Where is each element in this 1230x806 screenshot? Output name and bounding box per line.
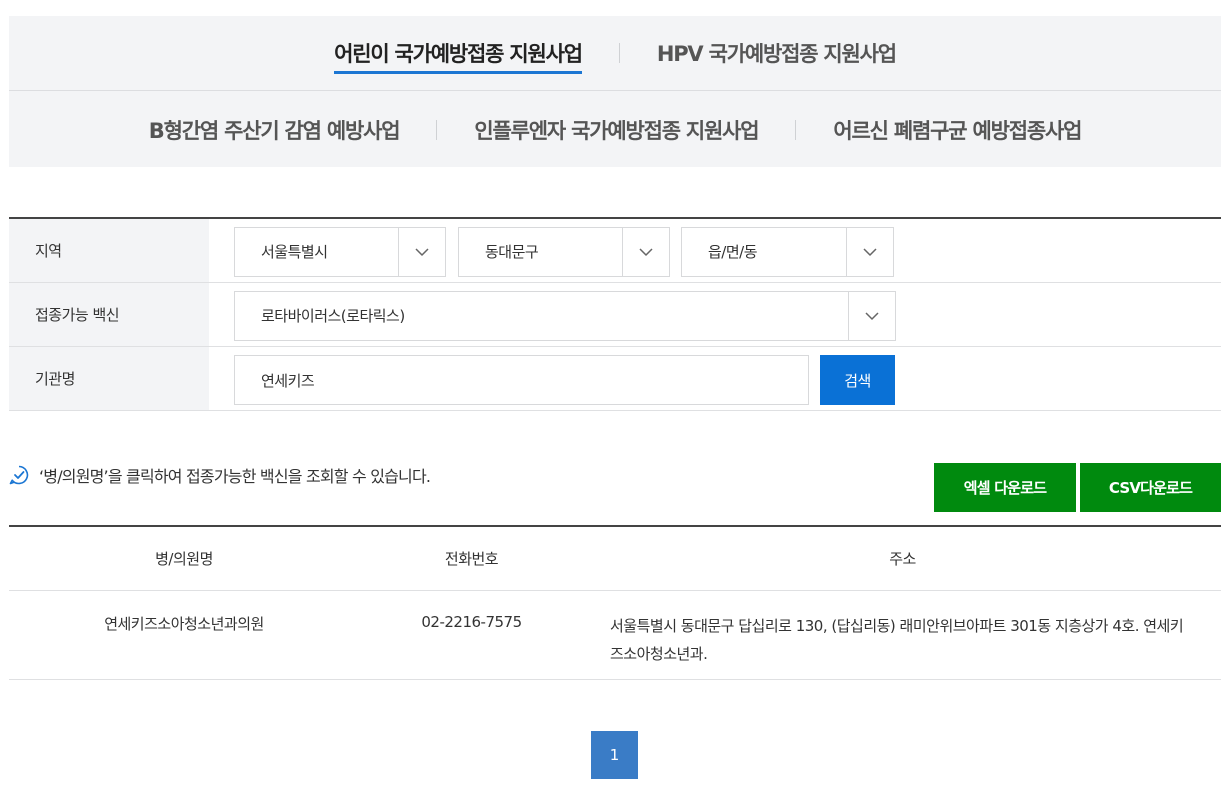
excel-download-button[interactable]: 엑셀 다운로드 [934,463,1076,512]
clinic-name-link[interactable]: 연세키즈소아청소년과의원 [9,591,359,679]
header-address: 주소 [889,550,916,568]
tab-hepatitis-b[interactable]: B형간염 주산기 감염 예방사업 [149,115,401,145]
tab-row-1: 어린이 국가예방접종 지원사업 HPV 국가예방접종 지원사업 [9,16,1221,91]
search-button[interactable]: 검색 [820,355,895,405]
clinic-address: 서울특별시 동대문구 답십리로 130, (답십리동) 래미안위브아파트 301… [610,617,1184,663]
vaccine-select[interactable]: 로타바이러스(로타릭스) [234,291,896,341]
header-clinic-name: 병/의원명 [155,550,213,568]
table-header: 병/의원명 전화번호 주소 [9,527,1221,591]
chevron-down-icon [398,228,445,276]
vaccine-label: 접종가능 백신 [9,283,209,346]
csv-download-button[interactable]: CSV다운로드 [1080,463,1221,512]
sigungu-select[interactable]: 동대문구 [458,227,670,277]
tab-divider [795,119,797,140]
search-form: 지역 서울특별시 동대문구 읍/면/동 접종가능 백신 로타바이러스(로타릭스)… [9,217,1221,411]
info-message: ‘병/의원명’을 클릭하여 접종가능한 백신을 조회할 수 있습니다. [9,463,431,487]
table-row: 연세키즈소아청소년과의원 02-2216-7575 서울특별시 동대문구 답십리… [9,591,1221,680]
dong-value: 읍/면/동 [708,243,758,261]
tab-pneumococcal[interactable]: 어르신 폐렴구균 예방접종사업 [833,115,1082,145]
tab-divider [618,43,620,63]
results-table: 병/의원명 전화번호 주소 연세키즈소아청소년과의원 02-2216-7575 … [9,525,1221,680]
tab-influenza[interactable]: 인플루엔자 국가예방접종 지원사업 [474,115,759,145]
org-name-input[interactable] [234,355,809,405]
sido-value: 서울특별시 [261,243,328,261]
tab-row-2: B형간염 주산기 감염 예방사업 인플루엔자 국가예방접종 지원사업 어르신 폐… [9,92,1221,167]
tab-child-vaccination[interactable]: 어린이 국가예방접종 지원사업 [334,38,583,74]
tab-hpv-vaccination[interactable]: HPV 국가예방접종 지원사업 [657,38,897,68]
vaccine-row: 접종가능 백신 로타바이러스(로타릭스) [9,283,1221,347]
check-circle-icon [9,465,29,485]
sigungu-value: 동대문구 [485,243,539,261]
header-phone: 전화번호 [444,550,499,568]
info-text: ‘병/의원명’을 클릭하여 접종가능한 백신을 조회할 수 있습니다. [39,467,431,486]
org-row: 기관명 검색 [9,347,1221,411]
chevron-down-icon [622,228,669,276]
region-label: 지역 [9,219,209,282]
region-row: 지역 서울특별시 동대문구 읍/면/동 [9,219,1221,283]
sido-select[interactable]: 서울특별시 [234,227,446,277]
chevron-down-icon [846,228,893,276]
dong-select[interactable]: 읍/면/동 [681,227,894,277]
tab-divider [436,119,438,140]
org-label: 기관명 [9,347,209,410]
clinic-phone: 02-2216-7575 [421,613,522,631]
chevron-down-icon [848,292,895,340]
program-tabs: 어린이 국가예방접종 지원사업 HPV 국가예방접종 지원사업 B형간염 주산기… [9,16,1221,167]
vaccine-value: 로타바이러스(로타릭스) [261,307,405,325]
page-1-button[interactable]: 1 [591,731,638,779]
